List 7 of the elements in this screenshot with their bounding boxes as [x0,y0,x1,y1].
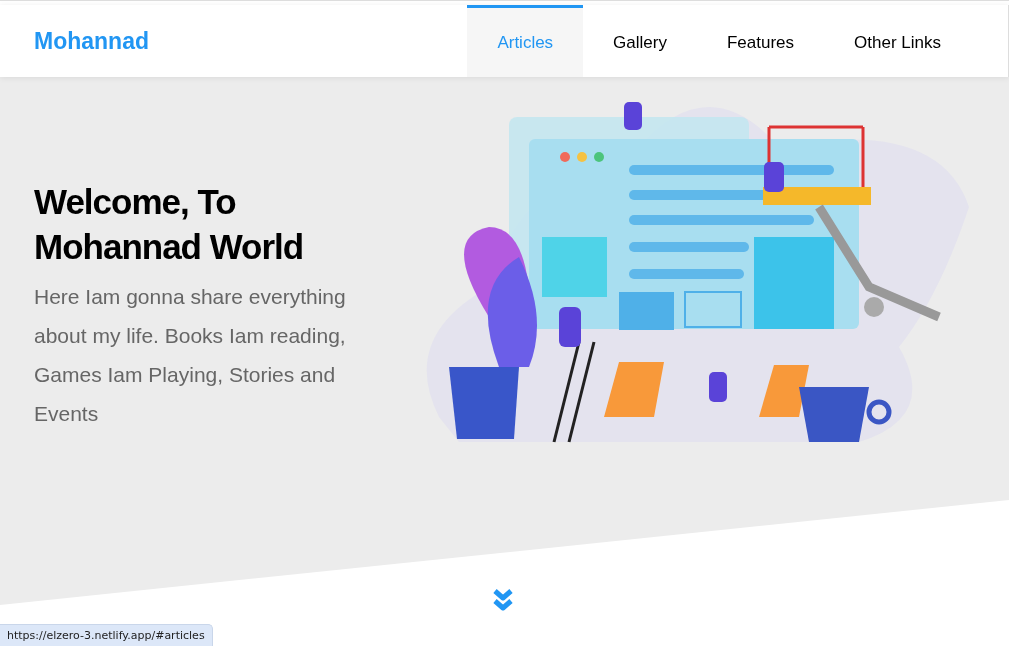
nav-link[interactable]: Other Links [824,5,971,77]
hero-description: Here Iam gonna share everything about my life. Books Iam reading, Games Iam Playing, Stories and Events [34,284,347,427]
double-chevron-down-icon[interactable] [491,588,514,612]
nav-link[interactable]: Features [696,5,825,77]
hero-heading: Welcome, To Mohannad World [34,181,305,268]
status-url: https://elzero-3.netlify.app/#articles [0,624,213,646]
nav-link[interactable]: Gallery [583,5,697,77]
